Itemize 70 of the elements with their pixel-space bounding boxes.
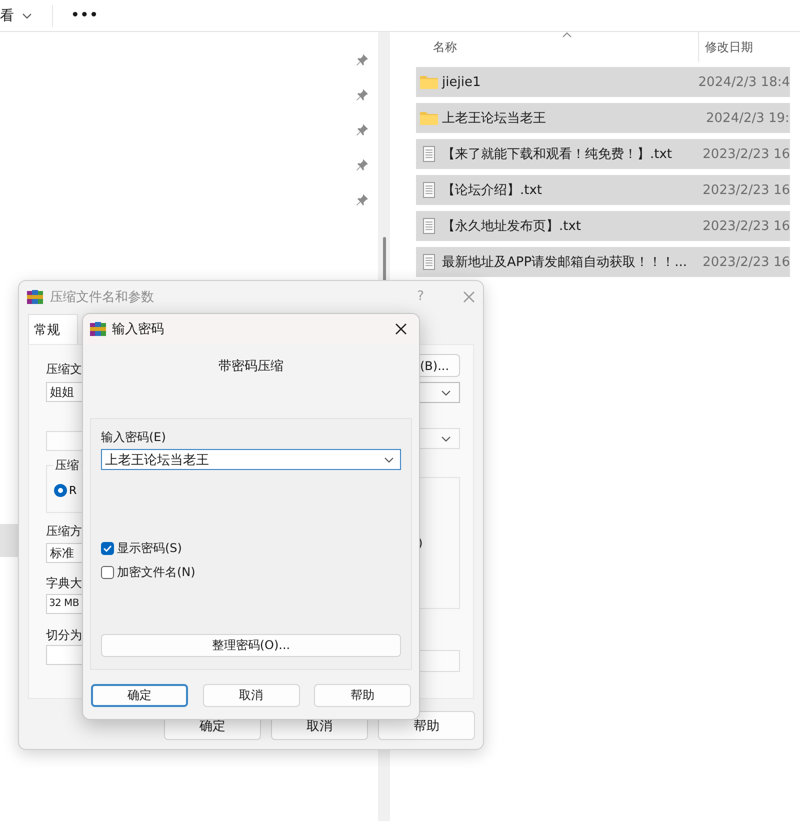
modified-date: 2023/2/23 16 [702, 218, 790, 234]
dialog-heading: 带密码压缩 [218, 358, 284, 375]
file-name: jiejie1 [442, 74, 482, 90]
file-row[interactable]: jiejie1 2024/2/3 18:4 [416, 67, 790, 97]
input-field[interactable] [46, 431, 83, 451]
chevron-down-icon [441, 436, 451, 442]
modified-date: 2023/2/23 16 [702, 254, 790, 270]
document-icon [420, 254, 438, 270]
file-row[interactable]: 最新地址及APP请发邮箱自动获取！！！... 2023/2/23 16 [416, 247, 790, 277]
caret-icon [22, 12, 32, 18]
modified-date: 2024/2/3 18:4 [698, 74, 790, 90]
sort-caret-icon [562, 32, 572, 38]
modified-date: 2023/2/23 16 [702, 182, 790, 198]
file-name: 最新地址及APP请发邮箱自动获取！！！... [442, 254, 688, 271]
chevron-down-icon [384, 456, 394, 462]
file-name: 【永久地址发布页】.txt [442, 218, 582, 235]
method-field[interactable]: 标准 [46, 543, 83, 563]
document-icon [420, 182, 438, 198]
checkbox-option[interactable]: 加密文件名(N) [101, 564, 196, 581]
column-header[interactable]: 修改日期 [698, 32, 753, 62]
tab[interactable]: 常规 [28, 314, 78, 344]
checkbox[interactable] [101, 542, 114, 555]
file-name: 【来了就能下载和观看！纯免费！】.txt [442, 146, 674, 163]
column-header[interactable]: 名称 [416, 38, 698, 56]
split-field[interactable] [46, 645, 83, 665]
document-icon [420, 146, 438, 162]
archive-name-field[interactable]: 姐姐 [46, 382, 83, 402]
modified-date: 2023/2/23 16 [702, 146, 790, 162]
checkbox[interactable] [101, 566, 114, 579]
checkbox-option[interactable]: 显示密码(S) [101, 540, 182, 557]
field-label: 字典大 [46, 575, 83, 591]
radio-option[interactable]: R [54, 484, 77, 497]
file-name: 【论坛介绍】.txt [442, 182, 544, 199]
field-label: 压缩文 [46, 361, 83, 377]
view-menu[interactable]: 看 [0, 4, 38, 28]
document-icon [420, 218, 438, 234]
input-field[interactable] [418, 650, 460, 672]
window-title: 输入密码 [112, 321, 165, 338]
chevron-down-icon [441, 390, 451, 396]
pin-icon[interactable] [356, 54, 368, 66]
dictionary-field[interactable]: 32 MB [46, 594, 83, 614]
books-icon [90, 321, 106, 337]
pin-icon[interactable] [356, 88, 368, 100]
file-row[interactable]: 【永久地址发布页】.txt 2023/2/23 16 [416, 211, 790, 241]
window-title: 压缩文件名和参数 [50, 288, 155, 306]
file-row[interactable]: 【论坛介绍】.txt 2023/2/23 16 [416, 175, 790, 205]
folder-icon [420, 111, 438, 125]
browse-button[interactable]: (B)... [418, 354, 460, 377]
file-row[interactable]: 【来了就能下载和观看！纯免费！】.txt 2023/2/23 16 [416, 139, 790, 169]
more-menu[interactable]: ••• [65, 7, 105, 24]
dialog-button[interactable]: 取消 [202, 684, 300, 707]
password-field[interactable]: 上老王论坛当老王 [101, 449, 401, 470]
field-label: 压缩方 [46, 523, 83, 539]
pin-icon[interactable] [356, 158, 368, 170]
dropdown[interactable] [418, 382, 460, 403]
folder-icon [420, 75, 438, 89]
radio-button[interactable] [54, 484, 67, 497]
field-label: 切分为 [46, 627, 83, 643]
books-icon [27, 288, 43, 304]
field-label: 输入密码(E) [101, 429, 166, 445]
file-row[interactable]: 上老王论坛当老王 2024/2/3 19: [416, 103, 790, 133]
dialog-button[interactable]: 帮助 [314, 684, 411, 707]
close-icon[interactable] [395, 323, 407, 335]
organize-passwords-button[interactable]: 整理密码(O)... [101, 634, 401, 657]
dialog-button[interactable]: 确定 [91, 684, 188, 707]
modified-date: 2024/2/3 19: [706, 110, 790, 126]
check-icon [103, 545, 112, 552]
file-name: 上老王论坛当老王 [442, 110, 547, 127]
pin-icon[interactable] [356, 124, 368, 136]
pin-icon[interactable] [356, 194, 368, 206]
